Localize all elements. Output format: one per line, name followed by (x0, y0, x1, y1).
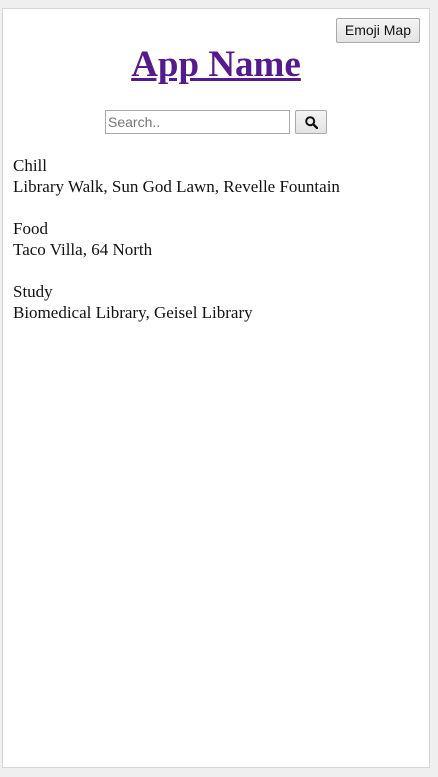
category-places: Biomedical Library, Geisel Library (13, 303, 253, 322)
page-title: App Name (3, 43, 429, 87)
category-study: Study Biomedical Library, Geisel Library (13, 281, 419, 323)
search-input[interactable] (105, 110, 290, 134)
category-places: Library Walk, Sun God Lawn, Revelle Foun… (13, 177, 340, 196)
search-bar (3, 110, 429, 134)
category-name: Chill (13, 156, 48, 175)
category-chill: Chill Library Walk, Sun God Lawn, Revell… (13, 155, 419, 197)
category-places: Taco Villa, 64 North (13, 240, 153, 259)
page: Emoji Map App Name Chill Library Walk, S… (2, 8, 430, 768)
emoji-map-button[interactable]: Emoji Map (335, 18, 420, 43)
search-icon (305, 116, 318, 129)
app-name-link[interactable]: App Name (131, 44, 301, 85)
search-button[interactable] (295, 110, 327, 134)
category-name: Study (13, 282, 53, 301)
category-name: Food (13, 219, 48, 238)
category-food: Food Taco Villa, 64 North (13, 218, 419, 260)
category-list: Chill Library Walk, Sun God Lawn, Revell… (13, 155, 419, 344)
